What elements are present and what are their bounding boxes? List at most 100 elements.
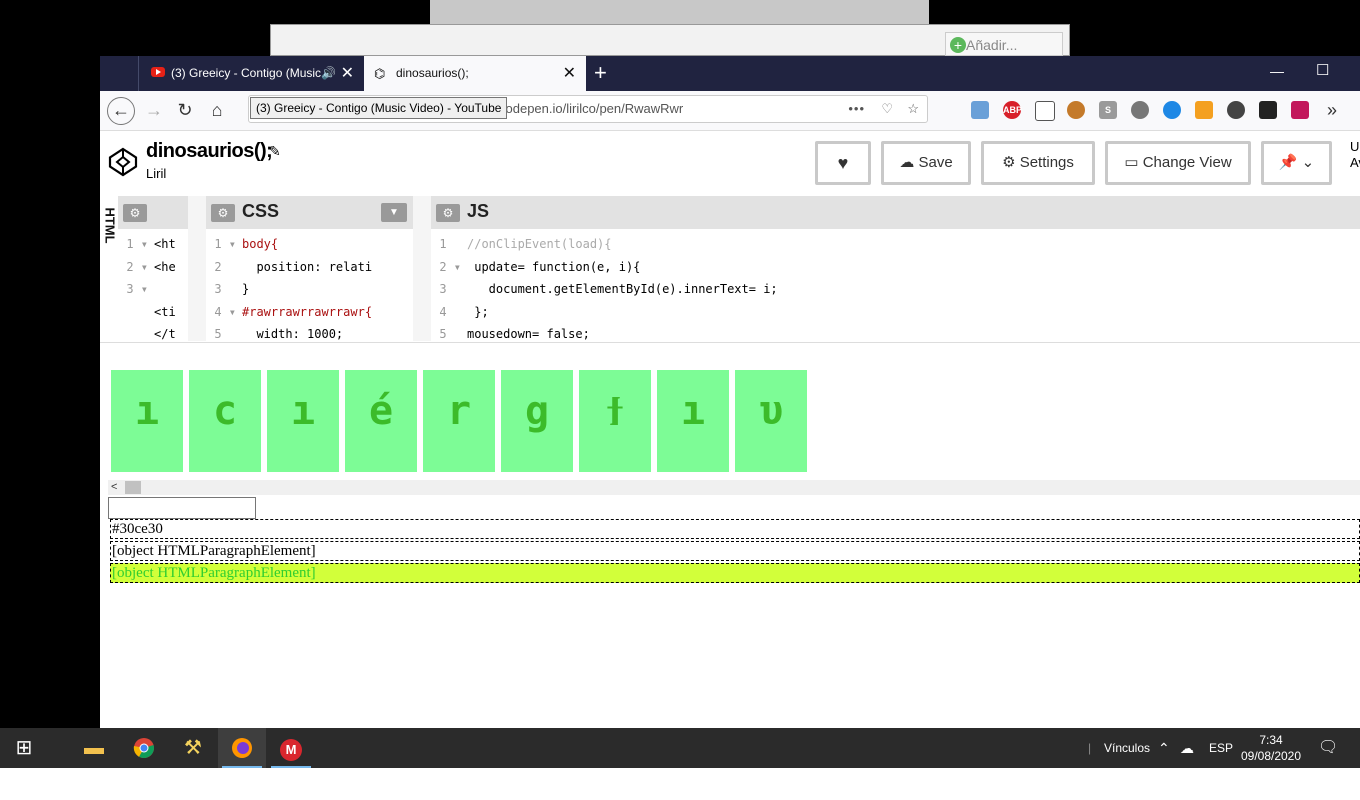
adblock-icon[interactable]: ABP xyxy=(1003,101,1022,119)
new-tab-icon[interactable]: + xyxy=(594,56,607,89)
change-view-button[interactable]: ▭ Change View xyxy=(1105,141,1251,185)
notifications-icon[interactable]: 🗨 xyxy=(1318,728,1338,768)
html-pane-collapsed[interactable]: HTML xyxy=(100,196,118,341)
tab-strip: (3) Greeicy - Contigo (Music 🔊 ✕ ⌬ dinos… xyxy=(100,56,1360,91)
tab-youtube[interactable]: (3) Greeicy - Contigo (Music 🔊 ✕ xyxy=(138,56,364,91)
dark-extension-icon[interactable] xyxy=(1259,101,1277,119)
js-pane-header: ⚙ JS xyxy=(431,196,1360,229)
speaker-icon[interactable]: 🔊 xyxy=(321,56,336,91)
close-tab-icon[interactable]: ✕ xyxy=(341,56,354,91)
pin-button[interactable]: 📌 ⌄ xyxy=(1261,141,1332,185)
letter-tile[interactable]: c xyxy=(189,370,261,472)
pen-title[interactable]: dinosaurios(); xyxy=(146,140,273,163)
minimize-icon[interactable]: — xyxy=(1270,56,1284,86)
maximize-icon[interactable]: ☐ xyxy=(1316,56,1329,86)
url-text: codepen.io/lirilco/pen/RwawRwr xyxy=(499,101,684,116)
letter-tile[interactable]: é xyxy=(345,370,417,472)
scroll-thumb[interactable] xyxy=(125,481,141,494)
output-color: #30ce30 xyxy=(110,519,1360,539)
heart-button[interactable]: ♥ xyxy=(815,141,871,185)
user-menu-cutoff[interactable]: U Av xyxy=(1350,139,1360,171)
youtube-icon xyxy=(151,67,165,77)
heart-icon: ♥ xyxy=(837,153,849,173)
js-editor[interactable]: ⚙ JS 1 //onClipEvent(load){ 2 ▾ update= … xyxy=(431,196,1360,341)
chevron-up-icon[interactable]: ⌃ xyxy=(1158,728,1170,768)
clock[interactable]: 7:34 09/08/2020 xyxy=(1236,732,1306,764)
firefox-icon[interactable] xyxy=(218,728,266,768)
tools-app-icon[interactable]: ⚒ xyxy=(169,728,217,768)
letter-tile[interactable]: g xyxy=(501,370,573,472)
clock-time: 7:34 xyxy=(1259,733,1283,747)
css-editor[interactable]: ⚙ CSS ▼ 1 ▾ body{ 2 position: relati 3 } … xyxy=(206,196,413,341)
letter-tile[interactable]: ı xyxy=(111,370,183,472)
close-tab-icon[interactable]: ✕ xyxy=(563,56,576,91)
codepen-logo-icon[interactable] xyxy=(108,147,138,177)
home-icon[interactable]: ⌂ xyxy=(203,96,231,124)
letter-tile[interactable]: ı xyxy=(657,370,729,472)
html-pane-label: HTML xyxy=(102,207,118,244)
s-extension-icon[interactable]: S xyxy=(1099,101,1117,119)
page-actions-icon[interactable]: ••• xyxy=(848,96,865,122)
add-button[interactable]: + Añadir... xyxy=(945,32,1063,56)
html-code[interactable]: 1 ▾ <ht 2 ▾ <he 3 ▾ <ti </t xyxy=(118,233,188,341)
clock-date: 09/08/2020 xyxy=(1240,749,1302,763)
overflow-menu-icon[interactable]: » xyxy=(1318,96,1346,124)
letter-tile[interactable]: ı xyxy=(267,370,339,472)
plus-icon: + xyxy=(950,37,966,53)
mega-icon[interactable]: M xyxy=(267,728,315,768)
taskbar: ⊞ ▬ ⚒ M | Vínculos ⌃ ☁ ESP 7:34 09/08/20… xyxy=(0,728,1360,768)
language-indicator[interactable]: ESP xyxy=(1209,728,1233,768)
pen-author[interactable]: Liril xyxy=(146,166,166,181)
messenger-icon[interactable] xyxy=(1163,101,1181,119)
screen-margin xyxy=(0,768,1360,800)
tab-tooltip: (3) Greeicy - Contigo (Music Video) - Yo… xyxy=(250,97,508,119)
save-label: Save xyxy=(918,154,953,171)
pin-icon: 📌 xyxy=(1278,154,1298,171)
gear-extension-icon[interactable] xyxy=(1131,101,1149,119)
tab-title: (3) Greeicy - Contigo (Music xyxy=(171,66,322,80)
reload-icon[interactable]: ↻ xyxy=(171,96,199,124)
css-code[interactable]: 1 ▾ body{ 2 position: relati 3 } 4 ▾ #rawr… xyxy=(206,233,413,341)
monkey-icon[interactable] xyxy=(1067,101,1085,119)
pocket-icon[interactable]: ♡ xyxy=(881,96,893,122)
nav-bar: ← → ↻ ⌂ codepen.io/lirilco/pen/RwawRwr •… xyxy=(100,91,1360,131)
settings-button[interactable]: ⚙ Settings xyxy=(981,141,1095,185)
tray-vinculos[interactable]: Vínculos xyxy=(1104,728,1150,768)
forward-icon[interactable]: → xyxy=(140,96,168,124)
download-extension-icon[interactable] xyxy=(1291,101,1309,119)
gear-icon[interactable]: ⚙ xyxy=(211,204,235,222)
preview-divider[interactable] xyxy=(100,342,1360,361)
letter-tile[interactable]: r xyxy=(423,370,495,472)
scroll-left-icon[interactable]: < xyxy=(111,480,117,495)
back-icon[interactable]: ← xyxy=(107,97,135,125)
html-editor[interactable]: ⚙ 1 ▾ <ht 2 ▾ <he 3 ▾ <ti </t xyxy=(118,196,188,341)
gear-icon[interactable]: ⚙ xyxy=(436,204,460,222)
save-button[interactable]: ☁ Save xyxy=(881,141,971,185)
bookmark-star-icon[interactable]: ☆ xyxy=(907,96,919,122)
text-input[interactable] xyxy=(108,497,256,519)
cloud-icon: ☁ xyxy=(899,154,915,171)
horizontal-scrollbar[interactable]: < xyxy=(108,480,1360,495)
edit-pencil-icon[interactable]: ✎ xyxy=(269,143,281,160)
output-paragraph-highlighted: [object HTMLParagraphElement] xyxy=(110,563,1360,583)
chevron-down-icon[interactable]: ▼ xyxy=(381,203,407,222)
tab-codepen[interactable]: ⌬ dinosaurios(); ✕ xyxy=(364,56,586,91)
letter-tile[interactable]: ϯ xyxy=(579,370,651,472)
css-pane-label: CSS xyxy=(242,201,280,221)
file-explorer-icon[interactable]: ▬ xyxy=(70,728,118,768)
background-window xyxy=(430,0,929,24)
network-icon[interactable]: ☁ xyxy=(1180,728,1194,768)
tab-title: dinosaurios(); xyxy=(396,66,469,80)
gear-icon[interactable]: ⚙ xyxy=(123,204,147,222)
reader-icon[interactable] xyxy=(1035,101,1055,121)
colorful-extension-icon[interactable] xyxy=(1195,101,1213,119)
account-icon[interactable] xyxy=(1227,101,1245,119)
letter-tile[interactable]: υ xyxy=(735,370,807,472)
extension-icon[interactable] xyxy=(971,101,989,119)
settings-label: Settings xyxy=(1019,154,1074,171)
js-code[interactable]: 1 //onClipEvent(load){ 2 ▾ update= funct… xyxy=(431,233,1360,341)
output-paragraph: [object HTMLParagraphElement] xyxy=(110,541,1360,561)
windows-start-icon[interactable]: ⊞ xyxy=(0,728,48,768)
chrome-icon[interactable] xyxy=(120,728,168,768)
background-dialog: + Añadir... xyxy=(270,24,1070,56)
